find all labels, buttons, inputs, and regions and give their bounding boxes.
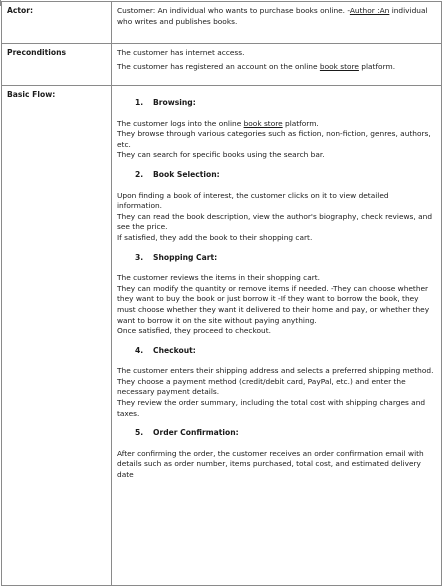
step-1-para-2: They browse through various categories s… — [117, 129, 431, 149]
step-1-para-1-text: The customer logs into the online — [117, 118, 244, 128]
step-2-para-1: Upon finding a book of interest, the cus… — [117, 190, 389, 211]
step-4-para-3: They review the order summary, including… — [117, 398, 426, 418]
step-5-title: Order Confirmation: — [153, 428, 239, 438]
precondition-2-text-end: platform. — [358, 61, 396, 71]
step-1-title: Browsing: — [153, 98, 196, 107]
precondition-1: The customer has internet access. — [117, 48, 245, 57]
step-3-title: Shopping Cart: — [153, 252, 218, 262]
actor-description: Customer: An individual who wants to pur… — [111, 1, 442, 44]
step-2-heading: 2. Book Selection: — [135, 170, 435, 181]
step-3-heading: 3. Shopping Cart: — [135, 253, 435, 264]
step-5-number: 5. — [135, 428, 144, 438]
use-case-table: Actor: Customer: An individual who wants… — [1, 1, 442, 586]
preconditions-label: Preconditions — [1, 43, 112, 86]
step-3-para-2: They can modify the quantity or remove i… — [117, 283, 430, 325]
step-1-para-3: They can search for specific books using… — [117, 150, 325, 160]
step-5-para-1: After confirming the order, the customer… — [117, 448, 424, 480]
step-1-number: 1. — [135, 98, 144, 107]
preconditions-content: The customer has internet access. The cu… — [111, 43, 442, 86]
step-1-heading: 1. Browsing: — [135, 98, 435, 109]
step-4-title: Checkout: — [153, 345, 196, 355]
table-row-preconditions: Preconditions The customer has internet … — [1, 43, 442, 86]
step-4-para-1: The customer enters their shipping addre… — [117, 366, 434, 376]
step-2-para-3: If satisfied, they add the book to their… — [117, 232, 313, 242]
actor-author-link[interactable]: Author :An — [350, 6, 389, 15]
step-5-heading: 5. Order Confirmation: — [135, 428, 435, 439]
book-store-link[interactable]: book store — [320, 62, 359, 71]
table-row-actor: Actor: Customer: An individual who wants… — [1, 1, 442, 44]
precondition-2: The customer has registered an account o… — [117, 62, 435, 73]
step-2-number: 2. — [135, 169, 144, 179]
step-1-para-1: The customer logs into the online book s… — [117, 119, 435, 130]
basic-flow-content: 1. Browsing: The customer logs into the o… — [111, 85, 442, 586]
step-3-para-1: The customer reviews the items in their … — [117, 273, 321, 283]
step-1-para-1-end: platform. — [282, 118, 319, 128]
precondition-2-text: The customer has registered an account o… — [117, 61, 320, 71]
table-row-basic-flow: Basic Flow: 1. Browsing: The customer log… — [1, 85, 442, 586]
step-2-title: Book Selection: — [153, 169, 220, 179]
step-3-number: 3. — [135, 252, 144, 262]
step-1-book-store-link[interactable]: book store — [244, 119, 283, 128]
basic-flow-label: Basic Flow: — [1, 85, 112, 586]
actor-label: Actor: — [1, 1, 112, 44]
step-4-heading: 4. Checkout: — [135, 346, 435, 357]
step-4-para-2: They choose a payment method (credit/deb… — [117, 376, 406, 397]
actor-text: Customer: An individual who wants to pur… — [117, 6, 350, 15]
step-4-number: 4. — [135, 345, 144, 355]
step-3-para-3: Once satisfied, they proceed to checkout… — [117, 326, 271, 336]
step-2-para-2: They can read the book description, view… — [117, 211, 433, 232]
